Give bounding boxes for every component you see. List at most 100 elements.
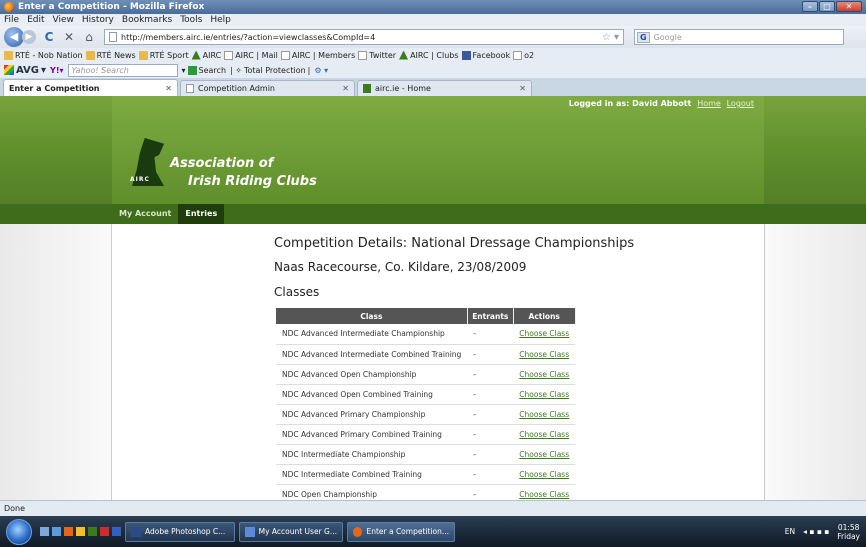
menu-tools[interactable]: Tools xyxy=(180,15,202,25)
choose-class-link[interactable]: Choose Class xyxy=(519,430,569,439)
nav-entries[interactable]: Entries xyxy=(178,204,225,224)
nav-my-account[interactable]: My Account xyxy=(112,204,178,224)
page-icon xyxy=(186,84,194,93)
login-status: Logged in as: David Abbott Home Logout xyxy=(569,99,754,108)
menu-history[interactable]: History xyxy=(82,15,114,25)
search-box[interactable]: G Google xyxy=(634,29,844,45)
bookmark-item[interactable]: Twitter xyxy=(358,50,396,60)
home-link[interactable]: Home xyxy=(697,99,721,108)
class-name: NDC Advanced Open Championship xyxy=(276,364,468,385)
choose-class-link[interactable]: Choose Class xyxy=(519,329,569,338)
bookmark-item[interactable]: RTÉ - Nob Nation xyxy=(4,50,83,60)
column-header-class: Class xyxy=(276,308,468,324)
forward-button[interactable]: ▶ xyxy=(22,30,36,44)
page-icon xyxy=(224,50,234,60)
language-indicator[interactable]: EN xyxy=(785,527,795,536)
choose-class-link[interactable]: Choose Class xyxy=(519,390,569,399)
bookmark-item[interactable]: o2 xyxy=(513,50,535,60)
tab-enter-competition[interactable]: Enter a Competition ✕ xyxy=(3,79,178,96)
table-row: NDC Advanced Primary Combined Training - C… xyxy=(276,424,576,445)
tab-airc-home[interactable]: airc.ie - Home ✕ xyxy=(357,80,532,96)
clock[interactable]: 01:58 Friday xyxy=(837,523,860,541)
window-titlebar: Enter a Competition - Mozilla Firefox – … xyxy=(0,0,866,14)
quick-launch-icon[interactable] xyxy=(76,527,85,536)
close-tab-icon[interactable]: ✕ xyxy=(519,84,526,93)
url-bar[interactable]: http://members.airc.ie/entries/?action=v… xyxy=(104,29,624,45)
bookmark-label: RTÉ Sport xyxy=(149,50,189,60)
task-photoshop[interactable]: Adobe Photoshop C... xyxy=(125,521,235,542)
choose-class-link[interactable]: Choose Class xyxy=(519,370,569,379)
stop-icon[interactable]: ✕ xyxy=(62,30,76,44)
bookmark-item[interactable]: RTÉ News xyxy=(85,50,136,60)
choose-class-link[interactable]: Choose Class xyxy=(519,410,569,419)
tab-competition-admin[interactable]: Competition Admin ✕ xyxy=(180,80,355,96)
back-button[interactable]: ◀ xyxy=(4,27,24,47)
bookmark-item[interactable]: AIRC | Members xyxy=(280,50,355,60)
logo-text: AIRC xyxy=(130,176,150,183)
task-label: My Account User G... xyxy=(258,527,337,536)
action-cell: Choose Class xyxy=(513,444,576,465)
task-my-account[interactable]: My Account User G... xyxy=(239,521,343,542)
close-tab-icon[interactable]: ✕ xyxy=(165,84,172,93)
maximize-button[interactable]: □ xyxy=(819,1,835,12)
yahoo-search-input[interactable]: Yahoo! Search xyxy=(67,63,178,77)
action-cell: Choose Class xyxy=(513,484,576,500)
menu-help[interactable]: Help xyxy=(210,15,231,25)
bookmark-item[interactable]: AIRC xyxy=(191,50,222,60)
logout-link[interactable]: Logout xyxy=(727,99,754,108)
menu-view[interactable]: View xyxy=(53,15,74,25)
menu-edit[interactable]: Edit xyxy=(27,15,44,25)
search-engine-icon[interactable]: G xyxy=(637,31,650,43)
minimize-button[interactable]: – xyxy=(802,1,818,12)
folder-icon xyxy=(85,50,95,60)
class-name: NDC Advanced Intermediate Combined Train… xyxy=(276,344,468,365)
choose-class-link[interactable]: Choose Class xyxy=(519,350,569,359)
avg-search-button[interactable]: ▾ Search xyxy=(182,65,226,75)
choose-class-link[interactable]: Choose Class xyxy=(519,470,569,479)
home-icon[interactable]: ⌂ xyxy=(82,30,96,44)
quick-launch-icon[interactable] xyxy=(100,527,109,536)
quick-launch-icon[interactable] xyxy=(40,527,49,536)
airc-icon xyxy=(191,50,201,60)
bookmark-label: o2 xyxy=(524,50,535,60)
yahoo-icon[interactable]: Y!▾ xyxy=(50,66,63,75)
tab-label: Enter a Competition xyxy=(9,83,100,93)
choose-class-link[interactable]: Choose Class xyxy=(519,450,569,459)
close-window-button[interactable]: ✕ xyxy=(836,1,862,12)
menu-bookmarks[interactable]: Bookmarks xyxy=(122,15,172,25)
start-button[interactable] xyxy=(6,518,32,545)
avg-logo[interactable]: AVG ▾ xyxy=(4,65,46,76)
clock-day: Friday xyxy=(837,531,860,541)
action-cell: Choose Class xyxy=(513,384,576,405)
total-protection-button[interactable]: | ✧ Total Protection | xyxy=(230,66,310,75)
quick-launch-icon[interactable] xyxy=(112,527,121,536)
menu-file[interactable]: File xyxy=(4,15,19,25)
tray-icons[interactable]: ◂ ▪ ▪ ▪ xyxy=(803,527,829,536)
choose-class-link[interactable]: Choose Class xyxy=(519,490,569,499)
class-name: NDC Advanced Open Combined Training xyxy=(276,384,468,405)
site-header: AIRC Association of Irish Riding Clubs L… xyxy=(0,96,866,204)
table-row: NDC Advanced Primary Championship - Choose… xyxy=(276,404,576,425)
bookmark-label: AIRC xyxy=(202,50,222,60)
system-tray: EN ◂ ▪ ▪ ▪ 01:58 Friday xyxy=(785,523,866,541)
avg-options-icon[interactable]: ⚙ ▾ xyxy=(314,66,328,75)
status-bar: Done xyxy=(0,500,866,516)
task-enter-competition[interactable]: Enter a Competition... xyxy=(347,521,455,542)
quick-launch-icon[interactable] xyxy=(64,527,73,536)
bookmark-item[interactable]: AIRC | Mail xyxy=(224,50,278,60)
bookmarks-bar: RTÉ - Nob Nation RTÉ News RTÉ Sport AIRC… xyxy=(0,48,866,62)
page-icon xyxy=(513,50,523,60)
close-tab-icon[interactable]: ✕ xyxy=(342,84,349,93)
quick-launch-icon[interactable] xyxy=(52,527,61,536)
bookmark-label: RTÉ - Nob Nation xyxy=(15,50,83,60)
bookmark-item[interactable]: RTÉ Sport xyxy=(138,50,189,60)
org-name-line1: Association of xyxy=(170,156,274,171)
bookmark-item[interactable]: AIRC | Clubs xyxy=(399,50,459,60)
bookmark-star-icon[interactable]: ☆ ▾ xyxy=(602,32,619,43)
folder-icon xyxy=(4,50,13,60)
reload-icon[interactable]: C xyxy=(42,30,56,44)
tab-label: airc.ie - Home xyxy=(375,84,431,93)
bookmark-item[interactable]: Facebook xyxy=(461,50,510,60)
quick-launch-icon[interactable] xyxy=(88,527,97,536)
firefox-icon xyxy=(4,2,14,12)
